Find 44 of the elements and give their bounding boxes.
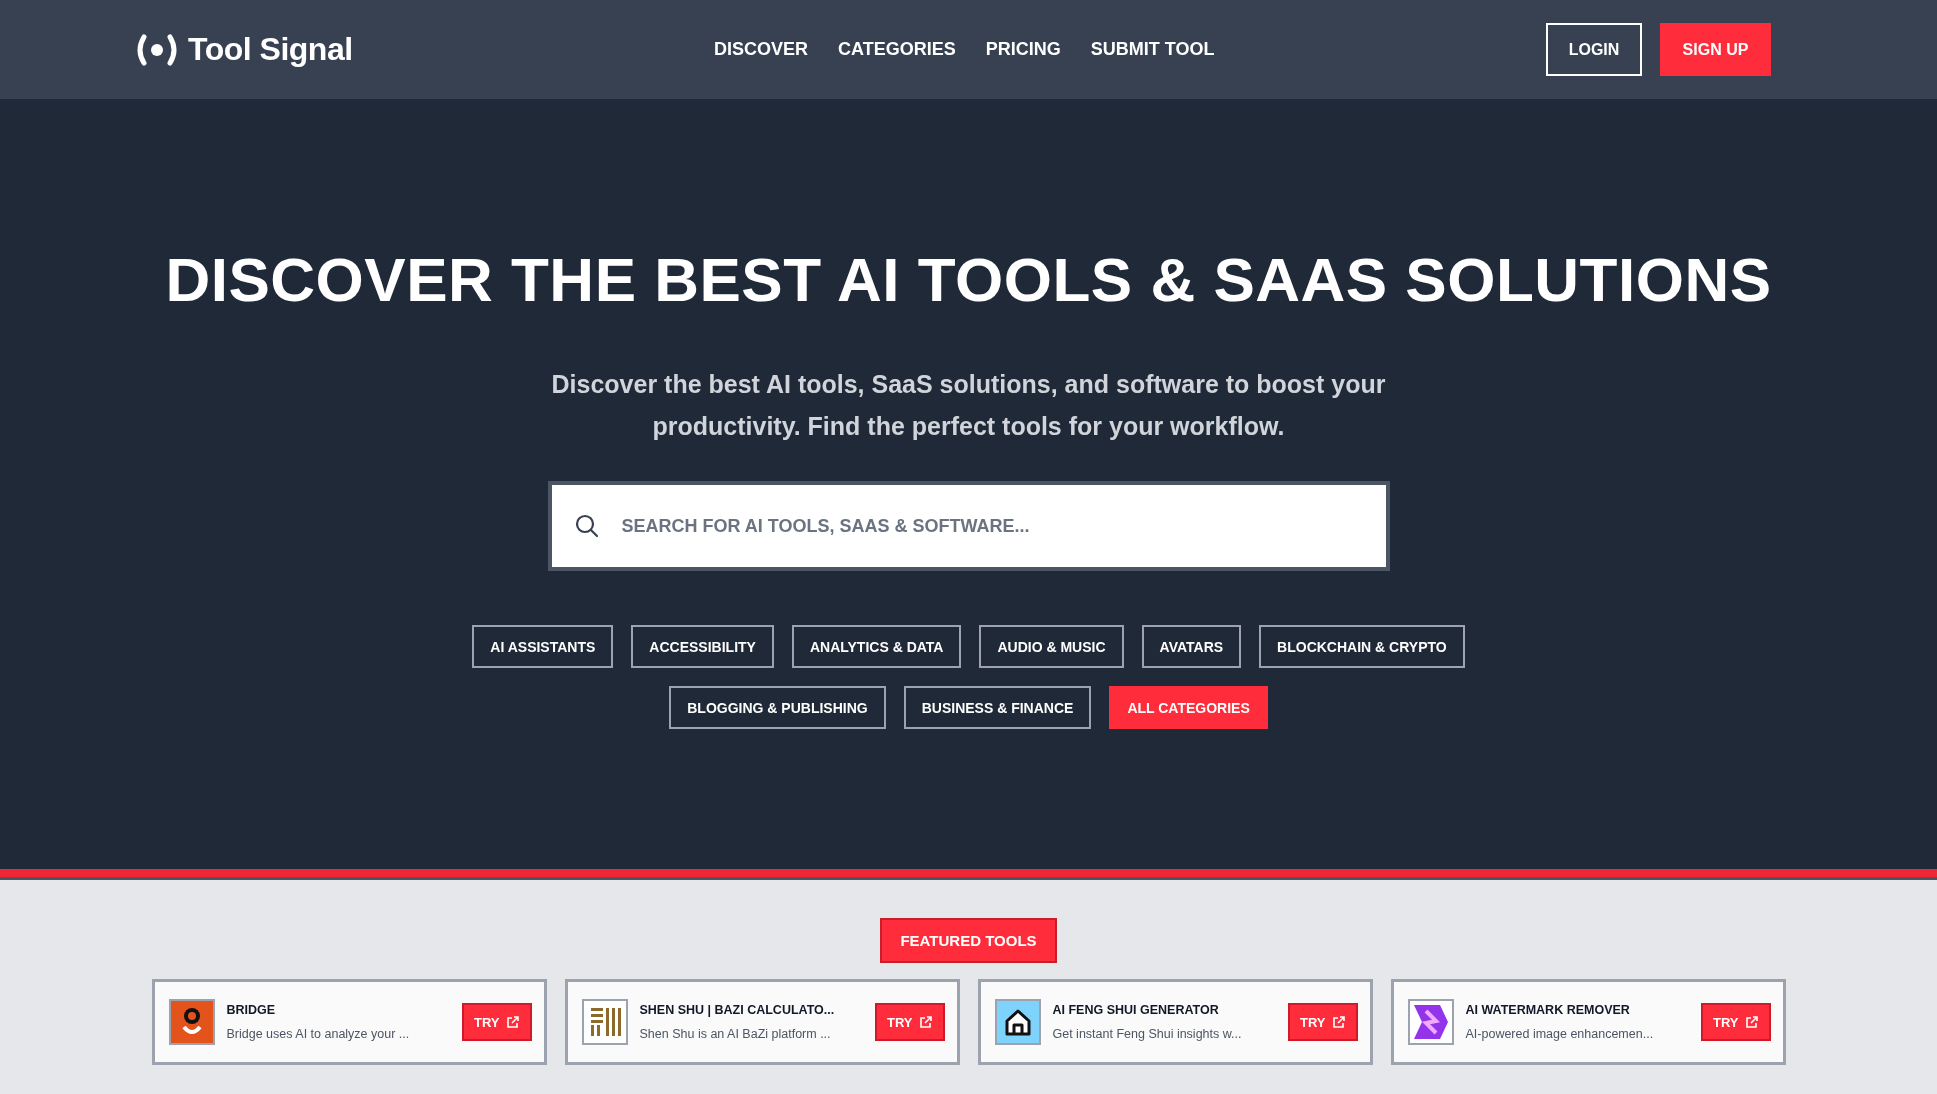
external-link-icon [505,1015,520,1029]
nav-link[interactable]: SUBMIT TOOL [1090,39,1215,60]
external-link-icon [1744,1015,1759,1029]
nav-link[interactable]: PRICING [985,39,1061,60]
tool-card[interactable]: AI WATERMARK REMOVER AI-powered image enhancemen... TRY [1390,979,1786,1065]
tool-card[interactable]: AI FENG SHUI GENERATOR Get instant Feng Shui insights w... TRY [977,979,1373,1065]
search-field[interactable]: SEARCH FOR AI TOOLS, SAAS & SOFTWARE... [547,481,1390,571]
hero-title: DISCOVER THE BEST AI TOOLS & SAAS SOLUTIONS [165,249,1772,311]
category-tag[interactable]: BLOCKCHAIN & CRYPTO [1259,625,1465,668]
featured-badge: FEATURED TOOLS [880,918,1057,963]
try-button[interactable]: TRY [1700,1003,1771,1041]
tool-name: AI FENG SHUI GENERATOR [1052,1003,1220,1017]
tool-description: Get instant Feng Shui insights w... [1052,1027,1243,1041]
try-button[interactable]: TRY [1287,1003,1358,1041]
category-tag[interactable]: BUSINESS & FINANCE [903,686,1092,729]
login-button[interactable]: LOGIN [1546,23,1642,76]
category-tag[interactable]: AUDIO & MUSIC [979,625,1124,668]
category-tag[interactable]: ACCESSIBILITY [631,625,774,668]
try-button[interactable]: TRY [461,1003,532,1041]
try-button[interactable]: TRY [874,1003,945,1041]
category-tag[interactable]: AI ASSISTANTS [472,625,614,668]
grid-logo-icon [581,999,628,1045]
tool-name: AI WATERMARK REMOVER [1465,1003,1631,1017]
tool-card[interactable]: BRIDGE Bridge uses AI to analyze your ... TRY [151,979,547,1065]
tool-description: AI-powered image enhancemen... [1465,1027,1655,1041]
arrows-logo-icon [1407,999,1454,1045]
category-tag[interactable]: BLOGGING & PUBLISHING [669,686,886,729]
category-tag[interactable]: ALL CATEGORIES [1109,686,1268,729]
house-logo-icon [994,999,1041,1045]
tool-name: SHEN SHU | BAZI CALCULATO... [639,1003,836,1017]
tool-description: Bridge uses AI to analyze your ... [226,1027,411,1041]
logo-text[interactable]: Tool Signal [188,31,353,68]
external-link-icon [1331,1015,1346,1029]
category-tag[interactable]: AVATARS [1141,625,1242,668]
sign-up-button[interactable]: SIGN UP [1660,23,1771,76]
external-link-icon [918,1015,933,1029]
category-tag[interactable]: ANALYTICS & DATA [791,625,962,668]
nav-link[interactable]: CATEGORIES [838,39,956,60]
tool-logo-icon [168,999,215,1045]
tool-card[interactable]: SHEN SHU | BAZI CALCULATO... Shen Shu is an AI BaZi platform ... TRY [564,979,960,1065]
tool-name: BRIDGE [226,1003,277,1017]
hero-subtitle: Discover the best AI tools, SaaS solutions, and software to boost your productivity. Find the perfect tools for your workflow. [550,369,1387,442]
nav-link[interactable]: DISCOVER [714,39,809,60]
tool-description: Shen Shu is an AI BaZi platform ... [639,1027,832,1041]
